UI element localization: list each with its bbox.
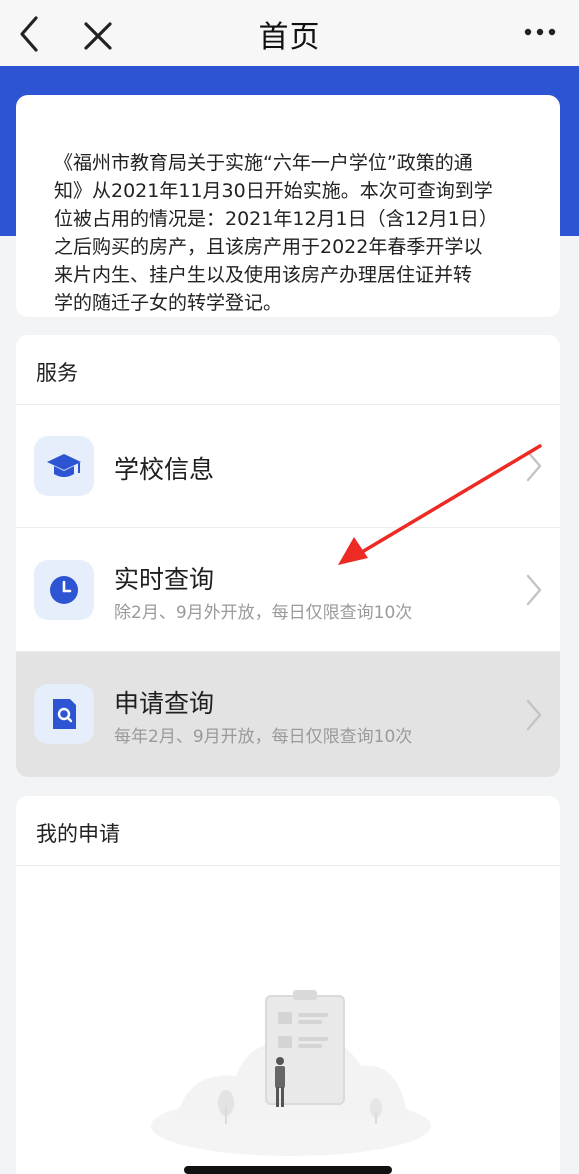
chevron-right-icon bbox=[524, 698, 544, 732]
service-title: 申请查询 bbox=[114, 689, 215, 718]
my-applications-card: 我的申请 bbox=[16, 796, 560, 1174]
more-dots-icon bbox=[524, 28, 556, 36]
notice-card: 《福州市教育局关于实施“六年一户学位”政策的通 知》从2021年11月30日开始… bbox=[16, 95, 560, 317]
notice-text: 《福州市教育局关于实施“六年一户学位”政策的通 知》从2021年11月30日开始… bbox=[54, 152, 498, 314]
chevron-right-icon bbox=[524, 449, 544, 483]
home-indicator bbox=[184, 1166, 392, 1174]
service-title: 实时查询 bbox=[114, 565, 215, 594]
graduation-cap-icon bbox=[34, 436, 94, 496]
service-item-school-info[interactable]: 学校信息 bbox=[16, 405, 560, 527]
document-search-icon bbox=[34, 684, 94, 744]
more-button[interactable] bbox=[520, 20, 560, 44]
empty-clipboard-illustration bbox=[151, 990, 431, 1156]
applications-section-title: 我的申请 bbox=[36, 822, 120, 846]
top-nav-bar: 首页 bbox=[0, 0, 579, 66]
page-title: 首页 bbox=[258, 20, 321, 55]
chevron-right-icon bbox=[524, 573, 544, 607]
services-section-title: 服务 bbox=[36, 361, 78, 385]
service-subtitle: 除2月、9月外开放，每日仅限查询10次 bbox=[114, 603, 413, 623]
clock-icon bbox=[34, 560, 94, 620]
service-item-apply-query[interactable]: 申请查询 每年2月、9月开放，每日仅限查询10次 bbox=[16, 652, 560, 777]
service-item-realtime-query[interactable]: 实时查询 除2月、9月外开放，每日仅限查询10次 bbox=[16, 528, 560, 650]
service-title: 学校信息 bbox=[114, 455, 215, 484]
service-subtitle: 每年2月、9月开放，每日仅限查询10次 bbox=[114, 727, 413, 747]
services-card: 服务 学校信息 实时查询 除2月、9月外开放，每日仅限查询10次 申请查询 每年… bbox=[16, 335, 560, 777]
divider bbox=[16, 865, 560, 866]
